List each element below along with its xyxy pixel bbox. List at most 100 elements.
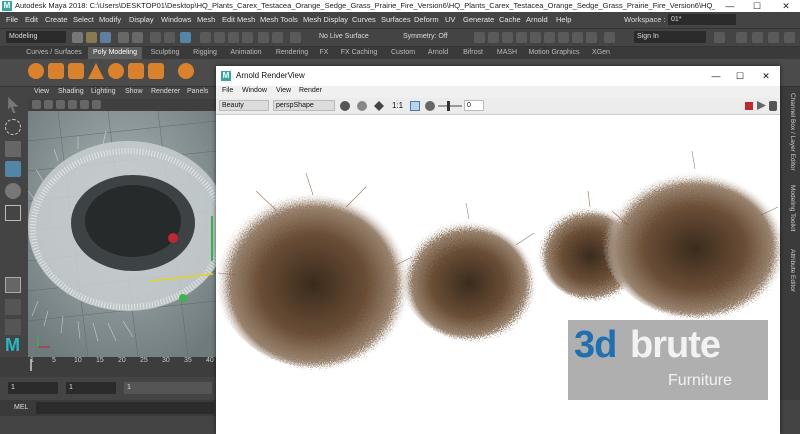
workspace-dropdown[interactable]: 01* [668, 14, 736, 25]
color-channels-icon[interactable] [357, 101, 367, 111]
camera-attr-icon[interactable] [32, 100, 41, 109]
symmetry-dropdown[interactable]: Symmetry: Off [400, 31, 464, 43]
arnold-close-button[interactable]: ✕ [758, 66, 774, 86]
grid-icon[interactable] [68, 100, 77, 109]
menu-curves[interactable]: Curves [352, 15, 376, 24]
menu-mesh[interactable]: Mesh [197, 15, 215, 24]
arnold-menu-view[interactable]: View [276, 87, 291, 94]
menu-select[interactable]: Select [73, 15, 94, 24]
bookmark-icon[interactable] [44, 100, 53, 109]
poly-cone-icon[interactable] [88, 63, 104, 79]
viewport-menu-shading[interactable]: Shading [58, 88, 84, 95]
outliner-layout-icon[interactable] [5, 319, 21, 335]
render-play-icon[interactable] [757, 101, 766, 110]
four-view-icon[interactable] [5, 299, 21, 315]
poly-torus-icon[interactable] [108, 63, 124, 79]
render-options-icon[interactable] [769, 101, 777, 111]
single-view-icon[interactable] [5, 277, 21, 293]
tab-custom[interactable]: Custom [386, 47, 420, 59]
aa-icon[interactable] [586, 32, 597, 43]
isolate-icon[interactable] [488, 32, 499, 43]
arnold-maximize-button[interactable]: ☐ [732, 66, 748, 86]
shadows-icon[interactable] [558, 32, 569, 43]
tab-curves-surfaces[interactable]: Curves / Surfaces [22, 47, 86, 59]
tab-bifrost[interactable]: Bifrost [456, 47, 490, 59]
menu-cache[interactable]: Cache [499, 15, 521, 24]
arnold-menu-render[interactable]: Render [299, 87, 322, 94]
tab-xgen[interactable]: XGen [586, 47, 616, 59]
menu-edit-mesh[interactable]: Edit Mesh [222, 15, 255, 24]
history-icon[interactable] [258, 32, 269, 43]
tab-sculpting[interactable]: Sculpting [144, 47, 186, 59]
exposure-field[interactable]: 0 [464, 100, 484, 111]
menu-uv[interactable]: UV [445, 15, 455, 24]
perspective-viewport[interactable] [28, 111, 216, 357]
menu-edit[interactable]: Edit [25, 15, 38, 24]
open-scene-icon[interactable] [86, 32, 97, 43]
menu-create[interactable]: Create [45, 15, 68, 24]
stop-render-icon[interactable] [745, 102, 753, 110]
snap-grid-icon[interactable] [200, 32, 211, 43]
exposure-icon[interactable] [425, 101, 435, 111]
tab-channel-box[interactable]: Channel Box / Layer Editor [784, 93, 796, 171]
menu-deform[interactable]: Deform [414, 15, 439, 24]
lights-icon[interactable] [544, 32, 555, 43]
zoom-ratio[interactable]: 1:1 [392, 101, 403, 110]
viewport-menu-show[interactable]: Show [125, 88, 143, 95]
menu-help[interactable]: Help [556, 15, 571, 24]
save-scene-icon[interactable] [100, 32, 111, 43]
select-component-icon[interactable] [180, 32, 191, 43]
poly-disc-icon[interactable] [148, 63, 164, 79]
tab-fx[interactable]: FX [316, 47, 332, 59]
snap-point-icon[interactable] [228, 32, 239, 43]
tab-arnold[interactable]: Arnold [422, 47, 454, 59]
grid-toggle-icon[interactable] [604, 32, 615, 43]
range-start-field[interactable]: 1 [66, 382, 116, 394]
arnold-menu-file[interactable]: File [222, 87, 233, 94]
image-plane-icon[interactable] [56, 100, 65, 109]
tab-fx-caching[interactable]: FX Caching [334, 47, 384, 59]
redo-icon[interactable] [132, 32, 143, 43]
menu-mesh-tools[interactable]: Mesh Tools [260, 15, 298, 24]
poly-cylinder-icon[interactable] [68, 63, 84, 79]
render-frame-icon[interactable] [272, 32, 283, 43]
rotate-tool-icon[interactable] [5, 183, 21, 199]
tab-poly-modeling[interactable]: Poly Modeling [88, 47, 142, 59]
render-canvas[interactable]: 3d brute Furniture [216, 115, 780, 434]
film-gate-icon[interactable] [80, 100, 89, 109]
texture-icon[interactable] [530, 32, 541, 43]
render-settings-icon[interactable] [340, 101, 350, 111]
ipr-render-icon[interactable] [290, 32, 301, 43]
menu-mesh-display[interactable]: Mesh Display [303, 15, 348, 24]
exposure-slider-handle[interactable] [447, 101, 450, 111]
tab-attribute-editor[interactable]: Attribute Editor [784, 249, 796, 292]
lasso-tool-icon[interactable] [5, 119, 21, 135]
viewport-menu-lighting[interactable]: Lighting [91, 88, 116, 95]
tab-modeling-toolkit[interactable]: Modeling Toolkit [784, 185, 796, 232]
poly-cube-icon[interactable] [48, 63, 64, 79]
move-tool-icon[interactable] [5, 161, 21, 177]
snap-view-icon[interactable] [242, 32, 253, 43]
shaded-icon[interactable] [516, 32, 527, 43]
select-object-icon[interactable] [164, 32, 175, 43]
tab-mash[interactable]: MASH [492, 47, 522, 59]
resolution-gate-icon[interactable] [92, 100, 101, 109]
exposure-slider-track[interactable] [438, 105, 462, 107]
menu-arnold[interactable]: Arnold [526, 15, 548, 24]
minimize-button[interactable]: — [718, 0, 742, 12]
maximize-button[interactable]: ☐ [745, 0, 769, 12]
close-button[interactable]: ✕ [774, 0, 798, 12]
time-slider[interactable]: 1 5 10 15 20 25 30 35 40 [0, 357, 216, 377]
viewport-menu-renderer[interactable]: Renderer [151, 88, 180, 95]
tab-rendering[interactable]: Rendering [270, 47, 314, 59]
poly-plane-icon[interactable] [128, 63, 144, 79]
arnold-minimize-button[interactable]: — [708, 66, 724, 86]
snap-curve-icon[interactable] [214, 32, 225, 43]
undo-icon[interactable] [118, 32, 129, 43]
mode-dropdown[interactable]: Modeling [6, 31, 66, 43]
select-tool-icon[interactable] [8, 97, 19, 113]
outliner-toggle-icon[interactable] [752, 32, 763, 43]
help-icon[interactable] [714, 32, 725, 43]
poly-platonic-icon[interactable] [178, 63, 194, 79]
menu-generate[interactable]: Generate [463, 15, 494, 24]
